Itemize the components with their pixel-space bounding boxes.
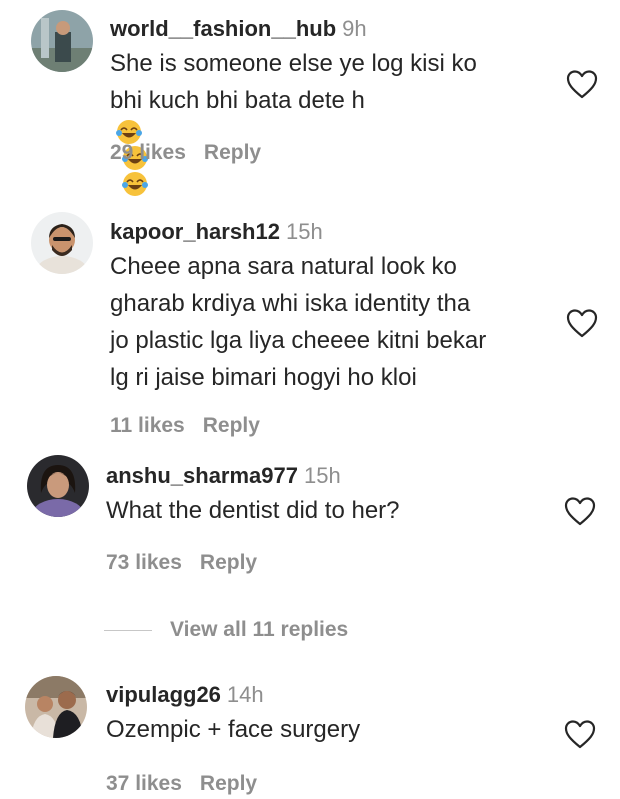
timestamp: 9h bbox=[342, 16, 367, 41]
comment-line: Ozempic + face surgery bbox=[106, 716, 361, 743]
username[interactable]: vipulagg26 bbox=[106, 682, 221, 707]
avatar-image bbox=[31, 212, 93, 274]
heart-outline-icon[interactable] bbox=[564, 719, 596, 749]
reply-button[interactable]: Reply bbox=[203, 414, 260, 437]
comment-meta: 29 likes Reply bbox=[110, 141, 261, 165]
view-replies-label: View all 11 replies bbox=[170, 618, 349, 641]
comment-item: vipulagg26 14h Ozempic + face surgery 37 … bbox=[0, 672, 620, 799]
like-count[interactable]: 37 likes bbox=[106, 772, 182, 795]
comment-line: bhi kuch bhi bata dete h bbox=[110, 82, 477, 197]
timestamp: 14h bbox=[226, 682, 264, 707]
username[interactable]: kapoor_harsh12 bbox=[110, 219, 280, 244]
avatar[interactable] bbox=[31, 10, 93, 72]
comment-line: She is someone else ye log kisi ko bbox=[110, 50, 477, 77]
like-count[interactable]: 11 likes bbox=[110, 414, 185, 437]
reply-button[interactable]: Reply bbox=[200, 772, 257, 795]
comment-text: What the dentist did to her? bbox=[106, 492, 400, 529]
comment-line: Cheee apna sara natural look ko bbox=[110, 253, 457, 280]
comment-text: She is someone else ye log kisi ko bhi k… bbox=[110, 45, 477, 197]
avatar-image bbox=[31, 10, 93, 72]
avatar-image bbox=[27, 455, 89, 517]
heart-outline-icon[interactable] bbox=[566, 308, 598, 338]
comment-item: anshu_sharma977 15h What the dentist did … bbox=[0, 450, 620, 590]
comment-line: What the dentist did to her? bbox=[106, 497, 400, 524]
comment-meta: 73 likes Reply bbox=[106, 551, 257, 575]
heart-outline-icon[interactable] bbox=[566, 69, 598, 99]
view-replies-button[interactable]: View all 11 replies bbox=[104, 618, 348, 646]
avatar[interactable] bbox=[27, 455, 89, 517]
comment-text: Cheee apna sara natural look ko gharab k… bbox=[110, 248, 486, 396]
comment-item: kapoor_harsh12 15h Cheee apna sara natura… bbox=[0, 200, 620, 450]
comment-meta: 37 likes Reply bbox=[106, 772, 257, 796]
comment-body: anshu_sharma977 15h What the dentist did … bbox=[106, 462, 400, 529]
comment-meta: 11 likes Reply bbox=[110, 414, 260, 438]
comment-body: vipulagg26 14h Ozempic + face surgery bbox=[106, 681, 360, 748]
reply-button[interactable]: Reply bbox=[204, 141, 261, 164]
comment-line: jo plastic lga liya cheeee kitni bekar bbox=[110, 327, 487, 354]
like-count[interactable]: 29 likes bbox=[110, 141, 186, 164]
face-with-tears-of-joy-icon bbox=[122, 171, 148, 197]
timestamp: 15h bbox=[304, 463, 341, 488]
heart-outline-icon[interactable] bbox=[564, 496, 596, 526]
avatar[interactable] bbox=[25, 676, 87, 738]
comment-body: kapoor_harsh12 15h Cheee apna sara natura… bbox=[110, 218, 486, 396]
replies-divider bbox=[104, 629, 152, 631]
comment-body: world__fashion__hub 9h She is someone els… bbox=[110, 15, 477, 197]
comment-item: world__fashion__hub 9h She is someone els… bbox=[0, 0, 620, 196]
comment-line: gharab krdiya whi iska identity tha bbox=[110, 290, 471, 317]
avatar[interactable] bbox=[31, 212, 93, 274]
reply-button[interactable]: Reply bbox=[200, 551, 257, 574]
timestamp: 15h bbox=[285, 219, 323, 244]
comment-line: lg ri jaise bimari hogyi ho kloi bbox=[110, 364, 417, 391]
comment-text: Ozempic + face surgery bbox=[106, 711, 360, 748]
like-count[interactable]: 73 likes bbox=[106, 551, 182, 574]
avatar-image bbox=[25, 676, 87, 738]
username[interactable]: anshu_sharma977 bbox=[106, 463, 298, 488]
username[interactable]: world__fashion__hub bbox=[110, 16, 336, 41]
